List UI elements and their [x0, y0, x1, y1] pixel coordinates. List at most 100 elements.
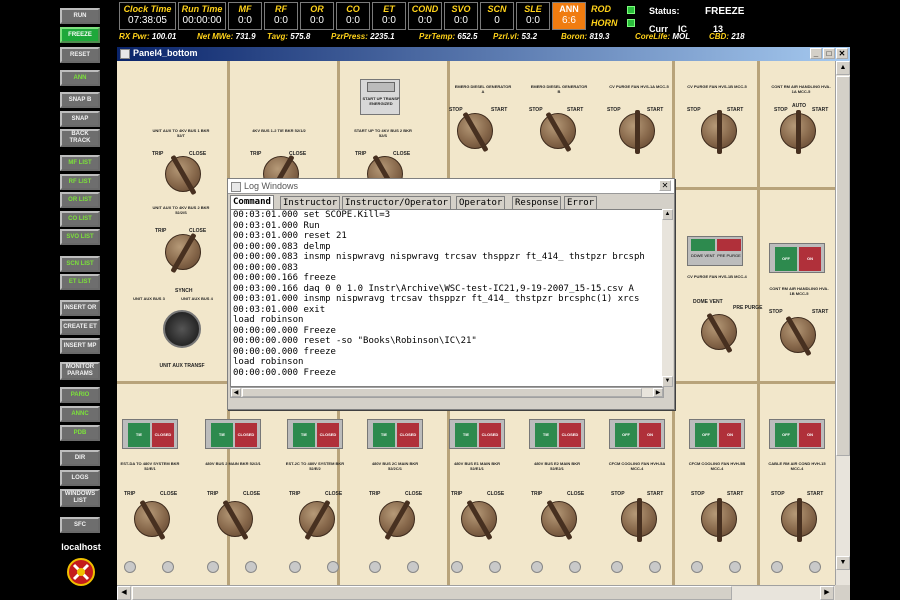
snap-b-button[interactable]: SNAP B	[60, 92, 100, 108]
synch-key-switch[interactable]	[163, 310, 201, 348]
close-icon[interactable]: ✕	[836, 48, 848, 59]
co-list-button[interactable]: CO LIST	[60, 211, 100, 227]
create-et-button[interactable]: CREATE ET	[60, 319, 100, 335]
scn-list-button[interactable]: SCN LIST	[60, 256, 100, 272]
panel-vertical-scrollbar[interactable]: ▲ ▼	[835, 61, 850, 585]
scroll-thumb[interactable]	[132, 586, 732, 600]
logs-button[interactable]: LOGS	[60, 470, 100, 486]
log-tab-command[interactable]: Command	[230, 195, 274, 209]
svo-box[interactable]: SVO 0:0	[444, 2, 478, 30]
maximize-icon[interactable]: □	[823, 48, 835, 59]
param-value: 100.01	[151, 32, 177, 41]
param-item: CoreLife: MOL	[635, 32, 690, 41]
breaker-switch-dial[interactable]	[379, 501, 415, 537]
cv-purge-fan-1a-dial[interactable]	[619, 113, 655, 149]
ann-value: 6:6	[562, 15, 576, 26]
breaker-switch-dial[interactable]	[299, 501, 335, 537]
breaker-switch-dial[interactable]	[134, 501, 170, 537]
scroll-up-icon[interactable]: ▲	[662, 209, 673, 220]
cont-rm-air-1a-dial[interactable]	[780, 113, 816, 149]
cv-purge-fan-1b-dial[interactable]	[701, 113, 737, 149]
ann-button[interactable]: ANN	[60, 70, 100, 86]
trip-label: TRIP	[250, 151, 262, 157]
freeze-button[interactable]: FREEZE	[60, 27, 100, 43]
start-label: START	[647, 491, 664, 497]
snap-button[interactable]: SNAP	[60, 111, 100, 127]
log-vertical-scrollbar[interactable]: ▲ ▼	[662, 209, 673, 387]
pdb-button[interactable]: PDB	[60, 425, 100, 441]
cont-rm-air-lights: OFF ON	[769, 243, 825, 273]
mf-box[interactable]: MF 0:0	[228, 2, 262, 30]
et-box[interactable]: ET 0:0	[372, 2, 406, 30]
window-icon	[120, 49, 130, 59]
annc-button[interactable]: ANNC	[60, 406, 100, 422]
scroll-up-icon[interactable]: ▲	[836, 61, 850, 75]
rod-indicator[interactable]	[627, 6, 635, 14]
breaker-switch-dial[interactable]	[621, 501, 657, 537]
panel-horizontal-scrollbar[interactable]: ◀ ▶	[117, 585, 835, 600]
log-tab-error[interactable]: Error	[564, 196, 598, 209]
rf-box[interactable]: RF 0:0	[264, 2, 298, 30]
insert-mp-button[interactable]: INSERT MP	[60, 338, 100, 354]
cond-box[interactable]: COND 0:0	[408, 2, 442, 30]
log-horizontal-scrollbar[interactable]: ◀ ▶	[230, 387, 664, 398]
log-tab-operator[interactable]: Operator	[456, 196, 506, 209]
dir-button[interactable]: DIR	[60, 450, 100, 466]
log-tab-response[interactable]: Response	[512, 196, 562, 209]
diesel-gen-b-dial[interactable]	[540, 113, 576, 149]
svo-list-button[interactable]: SVO LIST	[60, 229, 100, 245]
scroll-down-icon[interactable]: ▼	[836, 556, 850, 570]
log-tab-instructor-operator[interactable]: Instructor/Operator	[342, 196, 451, 209]
breaker-switch-dial[interactable]	[781, 501, 817, 537]
reset-button[interactable]: RESET	[60, 47, 100, 63]
breaker-switch-dial[interactable]	[165, 234, 201, 270]
breaker-switch-dial[interactable]	[701, 501, 737, 537]
scroll-right-icon[interactable]: ▶	[820, 586, 834, 600]
log-text-area[interactable]: 00:03:01.000 set SCOPE.Kill=3 00:03:01.00…	[230, 209, 664, 387]
backtrack-button[interactable]: BACK TRACK	[60, 129, 100, 147]
ann-box[interactable]: ANN 6:6	[552, 2, 586, 30]
co-box[interactable]: CO 0:0	[336, 2, 370, 30]
param-item: PzrTemp: 652.5	[419, 32, 477, 41]
run-button[interactable]: RUN	[60, 8, 100, 24]
or-list-button[interactable]: OR LIST	[60, 192, 100, 208]
et-list-button[interactable]: ET LIST	[60, 274, 100, 290]
scn-box[interactable]: SCN 0	[480, 2, 514, 30]
or-box[interactable]: OR 0:0	[300, 2, 334, 30]
scroll-thumb[interactable]	[836, 76, 850, 456]
pario-button[interactable]: PARIO	[60, 387, 100, 403]
breaker-switch-dial[interactable]	[217, 501, 253, 537]
start-label: START	[567, 107, 584, 113]
breaker-switch-dial[interactable]	[541, 501, 577, 537]
control-label: UNIT AUX BUS 3	[133, 296, 165, 301]
log-tab-instructor[interactable]: Instructor	[280, 196, 341, 209]
monitor-params-button[interactable]: MONITOR PARAMS	[60, 362, 100, 380]
control-label: CV PURGE FAN HVS-1A MCC-5	[609, 84, 669, 89]
mf-list-button[interactable]: MF LIST	[60, 155, 100, 171]
breaker-switch-dial[interactable]	[165, 156, 201, 192]
sfc-button[interactable]: SFC	[60, 517, 100, 533]
purge-light-box: DDWE VENT PRE PURGE	[687, 236, 743, 266]
control-label: UNIT AUX BUS 4	[181, 296, 213, 301]
horn-indicator[interactable]	[627, 19, 635, 27]
indicator-lamp	[369, 561, 381, 573]
windows-list-button[interactable]: WINDOWS LIST	[60, 489, 100, 507]
scroll-thumb[interactable]	[242, 388, 642, 397]
sle-box[interactable]: SLE 0:0	[516, 2, 550, 30]
control-label: CV PURGE FAN HVS-1B MCC-4	[687, 274, 747, 279]
control-label: EMERG DIESEL GENERATOR A	[454, 84, 512, 94]
rf-list-button[interactable]: RF LIST	[60, 174, 100, 190]
param-item: Boron: 819.3	[561, 32, 609, 41]
diesel-gen-a-dial[interactable]	[457, 113, 493, 149]
scroll-left-icon[interactable]: ◀	[231, 388, 241, 397]
svo-value: 0:0	[454, 15, 468, 26]
scroll-right-icon[interactable]: ▶	[653, 388, 663, 397]
scroll-down-icon[interactable]: ▼	[662, 376, 673, 387]
insert-or-button[interactable]: INSERT OR	[60, 300, 100, 316]
close-icon[interactable]: ✕	[659, 180, 671, 191]
scroll-left-icon[interactable]: ◀	[117, 586, 131, 600]
cont-rm-air-1b-dial[interactable]	[780, 317, 816, 353]
breaker-switch-dial[interactable]	[461, 501, 497, 537]
cv-purge-mode-dial[interactable]	[701, 314, 737, 350]
minimize-icon[interactable]: _	[810, 48, 822, 59]
